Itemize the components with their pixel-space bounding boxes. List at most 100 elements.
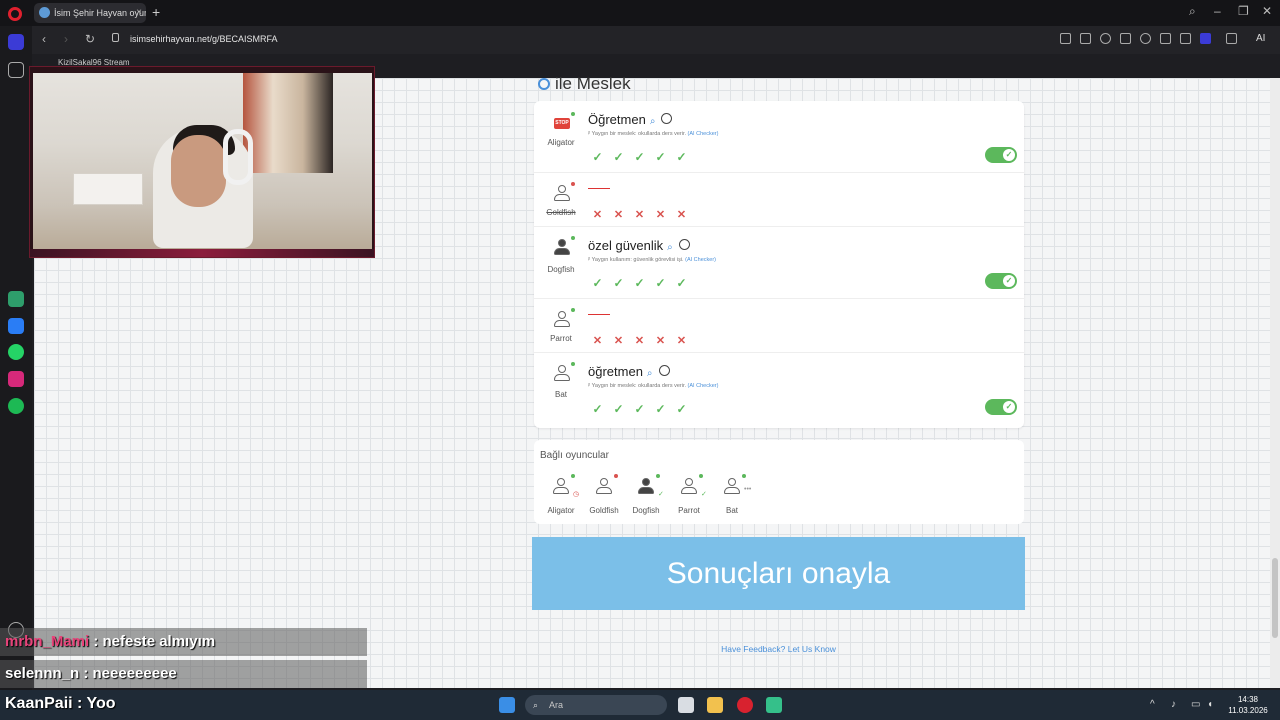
vote-no-icon[interactable]: ✕ [590,334,605,348]
forward-icon[interactable]: › [64,32,68,46]
tab-close-icon[interactable]: × [136,3,142,23]
spotify-icon[interactable] [8,398,24,414]
messenger-icon[interactable] [8,318,24,334]
vote-yes-icon[interactable]: ✓ [674,276,689,290]
vote-no-icon[interactable]: ✕ [611,334,626,348]
taskbar-search[interactable]: ⌕ Ara [525,695,667,715]
vote-yes-icon[interactable]: ✓ [611,402,626,416]
online-dot [571,236,575,240]
feedback-link[interactable]: Have Feedback? Let Us Know [532,644,1025,654]
vote-no-icon[interactable]: ✕ [674,208,689,222]
vote-yes-icon[interactable]: ✓ [590,402,605,416]
microphone-icon[interactable]: ♪ [1171,699,1176,710]
tray-chevron-icon[interactable]: ^ [1150,699,1155,710]
start-icon[interactable] [499,697,515,713]
vote-no-icon[interactable]: ✕ [632,334,647,348]
vote-yes-icon[interactable]: ✓ [590,150,605,164]
network-icon[interactable]: ▭ [1191,699,1200,710]
play-icon[interactable] [1120,33,1131,44]
vote-yes-icon[interactable]: ✓ [653,276,668,290]
vote-row: ✓ ✓ ✓ ✓ ✓ [590,400,695,416]
aria-ai-button[interactable]: AI [1256,33,1265,44]
minimize-icon[interactable]: – [1214,4,1221,18]
address-bar: ‹ › ↻ isimsehirhayvan.net/g/BECAISMRFA A… [0,26,1280,54]
vote-no-icon[interactable]: ✕ [653,334,668,348]
search-placeholder: Ara [549,700,564,710]
approve-toggle[interactable]: ✓ [985,147,1017,163]
search-tabs-icon[interactable]: ⌕ [1189,4,1196,19]
shield-icon[interactable] [1100,33,1111,44]
vote-yes-icon[interactable]: ✓ [632,150,647,164]
ai-checker-label: (AI Checker) [685,257,716,263]
scroll-thumb[interactable] [1272,558,1278,638]
vote-yes-icon[interactable]: ✓ [611,150,626,164]
star-icon[interactable] [8,62,24,78]
restore-icon[interactable]: ❐ [1238,4,1249,18]
approve-toggle[interactable]: ✓ [985,399,1017,415]
heart-icon[interactable] [1140,33,1151,44]
vote-yes-icon[interactable]: ✓ [611,276,626,290]
opera-gx-icon[interactable] [737,697,753,713]
close-window-icon[interactable]: ✕ [1262,4,1272,18]
emoji-icon[interactable] [661,113,673,124]
offline-dot [614,474,618,478]
stop-stamp-icon: STOP [554,118,570,129]
answer-text: özel güvenlik [588,238,664,253]
emoji-icon[interactable] [678,239,690,250]
chat-message: mrbn_Mami : nefeste almıyım [5,633,215,650]
search-icon[interactable]: ⌕ [650,116,656,127]
avatar [681,478,697,496]
chat-user: mrbn_Mami [5,633,90,650]
vote-no-icon[interactable]: ✕ [674,334,689,348]
cube-icon[interactable] [1226,33,1237,44]
connected-player: ◷ Aligator [541,474,581,515]
camera-icon[interactable] [1080,33,1091,44]
vote-yes-icon[interactable]: ✓ [653,402,668,416]
emoji-icon[interactable] [658,365,670,376]
approve-toggle[interactable]: ✓ [985,273,1017,289]
vote-yes-icon[interactable]: ✓ [653,150,668,164]
vote-no-icon[interactable]: ✕ [590,208,605,222]
url-field[interactable]: isimsehirhayvan.net/g/BECAISMRFA [130,34,278,44]
volume-icon[interactable]: ◖ [1207,699,1213,710]
opera-menu-icon[interactable] [8,7,22,21]
reload-icon[interactable]: ↻ [85,32,95,46]
player-name: Bat [554,390,567,399]
confirm-results-button[interactable]: Sonuçları onayla [532,537,1025,610]
vote-no-icon[interactable]: ✕ [632,208,647,222]
webcam-feed [33,73,372,249]
ai-note: ᵝ Yaygın bir meslek: okullarda ders veri… [588,383,719,389]
search-icon[interactable]: ⌕ [647,368,653,379]
vote-no-icon[interactable]: ✕ [653,208,668,222]
avatar [554,311,570,329]
back-icon[interactable]: ‹ [42,32,46,46]
home-icon[interactable] [8,34,24,50]
ai-note: ᵝ Yaygın bir meslek: okullarda ders veri… [588,131,719,137]
app-icon[interactable] [766,697,782,713]
vote-yes-icon[interactable]: ✓ [632,402,647,416]
new-tab-button[interactable]: + [152,3,160,21]
file-explorer-icon[interactable] [707,697,723,713]
vote-row: ✓ ✓ ✓ ✓ ✓ [590,148,695,164]
browser-tab[interactable]: İsim Şehir Hayvan oyunu × [34,3,146,23]
clock[interactable]: 14:38 11.03.2026 [1222,694,1274,716]
store-icon[interactable] [678,697,694,713]
connected-player: ✓ Parrot [669,474,709,515]
search-icon[interactable]: ⌕ [667,242,673,253]
vote-yes-icon[interactable]: ✓ [674,150,689,164]
vote-no-icon[interactable]: ✕ [611,208,626,222]
vote-yes-icon[interactable]: ✓ [632,276,647,290]
menu-icon[interactable] [1180,33,1191,44]
download-icon[interactable] [1160,33,1171,44]
connected-players-title: Bağlı oyuncular [540,450,609,461]
avatar [553,478,569,496]
chatgpt-icon[interactable] [8,291,24,307]
page-scrollbar[interactable] [1270,78,1280,688]
lock-icon [112,33,119,42]
whatsapp-icon[interactable] [8,344,24,360]
instagram-icon[interactable] [8,371,24,387]
edit-icon[interactable] [1060,33,1071,44]
extension-icon[interactable] [1200,33,1211,44]
vote-yes-icon[interactable]: ✓ [590,276,605,290]
vote-yes-icon[interactable]: ✓ [674,402,689,416]
